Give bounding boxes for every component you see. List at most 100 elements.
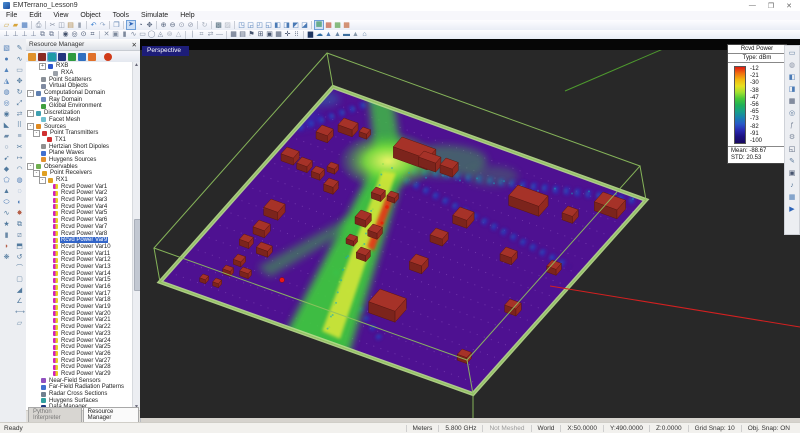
zoom-in-icon[interactable]: ⊕ <box>159 21 168 30</box>
rm-scripts-icon[interactable] <box>78 53 86 61</box>
plane-xy-icon[interactable]: ⧉ <box>38 30 47 39</box>
expand-icon[interactable]: + <box>39 63 46 70</box>
close-button[interactable]: ✕ <box>786 2 792 10</box>
tree-item-observables[interactable]: -Observables <box>26 163 133 170</box>
rm-domain-icon[interactable] <box>58 53 66 61</box>
measure2-icon[interactable]: ∠ <box>15 296 24 307</box>
vertex-icon[interactable]: ◬ <box>156 30 165 39</box>
extrude-icon[interactable]: ⬒ <box>15 241 24 252</box>
redo-icon[interactable]: ↷ <box>98 21 107 30</box>
result-view-2-icon[interactable]: ▦ <box>324 21 333 30</box>
panel-tab-resource-manager[interactable]: Resource Manager <box>83 407 139 422</box>
tree-item-rcvd-power-var7[interactable]: Rcvd Power Var7 <box>26 224 133 231</box>
result-view-1-icon[interactable]: ▦ <box>314 20 324 30</box>
rm-help-icon[interactable] <box>104 53 112 61</box>
shaded-view-icon[interactable]: ▩ <box>214 21 223 30</box>
vp-cam-icon[interactable]: ▣ <box>788 168 797 180</box>
pyramid-tool-icon[interactable]: ◮ <box>2 76 11 87</box>
menu-simulate[interactable]: Simulate <box>135 12 174 19</box>
pipe-tool-icon[interactable]: ▮ <box>2 230 11 241</box>
wedge-tool-icon[interactable]: ◣ <box>2 120 11 131</box>
view-front-icon[interactable]: ◧ <box>273 21 282 30</box>
hills-icon[interactable]: ▲ <box>324 30 333 39</box>
ellipse-tool-icon[interactable]: ⬭ <box>2 197 11 208</box>
tree-item-rcvd-power-var15[interactable]: Rcvd Power Var15 <box>26 277 133 284</box>
array-icon[interactable]: ⠿ <box>15 120 24 131</box>
pin-icon[interactable]: ▮ <box>120 30 129 39</box>
collapse-icon[interactable]: - <box>27 110 34 117</box>
window-icon[interactable]: ❐ <box>112 21 121 30</box>
tree-item-rcvd-power-var14[interactable]: Rcvd Power Var14 <box>26 270 133 277</box>
tree-item-point-scatterers[interactable]: Point Scatterers <box>26 76 133 83</box>
cone-tool-icon[interactable]: ▲ <box>2 65 11 76</box>
curve-icon[interactable]: ∿ <box>129 30 138 39</box>
scene-canvas[interactable] <box>140 39 800 418</box>
triangle-tool-icon[interactable]: ▲ <box>2 186 11 197</box>
panel-tab-python-interpreter[interactable]: Python Interpreter <box>28 407 82 422</box>
vp-clip-icon[interactable]: ◱ <box>788 144 797 156</box>
zoom-extents-icon[interactable]: ⊘ <box>186 21 195 30</box>
delete-icon[interactable]: ▮ <box>75 21 84 30</box>
terrain-icon[interactable]: ☁ <box>315 30 324 39</box>
zoom-out-icon[interactable]: ⊖ <box>168 21 177 30</box>
snap-node-icon[interactable]: ◎ <box>70 30 79 39</box>
hatch-icon[interactable]: ⌗ <box>197 30 206 39</box>
panel-close-icon[interactable]: ✕ <box>132 41 137 49</box>
tree-item-point-transmitters[interactable]: -Point Transmitters <box>26 130 133 137</box>
rect-icon[interactable]: ▭ <box>15 65 24 76</box>
spline-icon[interactable]: ∿ <box>15 54 24 65</box>
rm-results-icon[interactable] <box>48 53 56 61</box>
menu-file[interactable]: File <box>0 12 23 19</box>
intersect-icon[interactable]: ◐ <box>15 197 24 208</box>
tree-item-far-field-radiation-patterns[interactable]: Far-Field Radiation Patterns <box>26 384 133 391</box>
sketch-icon[interactable]: ✎ <box>15 43 24 54</box>
snap-mid-icon[interactable]: ⊙ <box>79 30 88 39</box>
tree-item-rcvd-power-var4[interactable]: Rcvd Power Var4 <box>26 203 133 210</box>
chamfer-icon[interactable]: ◢ <box>15 285 24 296</box>
rotate-icon[interactable]: ↻ <box>15 87 24 98</box>
mountain-icon[interactable]: ▲ <box>333 30 342 39</box>
tree-scrollbar[interactable]: ▲ ▼ <box>132 62 140 411</box>
scroll-up-icon[interactable]: ▲ <box>133 62 140 69</box>
tree-item-rcvd-power-var12[interactable]: Rcvd Power Var12 <box>26 257 133 264</box>
vp-movie-icon[interactable]: ♪ <box>788 180 797 192</box>
axis-z-icon[interactable]: ⊥ <box>20 30 29 39</box>
snap-center-icon[interactable]: ◉ <box>61 30 70 39</box>
cylinder-tool-icon[interactable]: ◍ <box>2 87 11 98</box>
axis-view-icon[interactable]: ⊥ <box>29 30 38 39</box>
copy-icon[interactable]: ◫ <box>57 21 66 30</box>
vp-cube2-icon[interactable]: ◨ <box>788 84 797 96</box>
measure-icon[interactable]: ✕ <box>102 30 111 39</box>
tree-item-radar-cross-sections[interactable]: Radar Cross Sections <box>26 391 133 398</box>
tree-item-discretization[interactable]: -Discretization <box>26 110 133 117</box>
new-icon[interactable]: ▱ <box>2 21 11 30</box>
city-icon[interactable]: ▆ <box>306 30 315 39</box>
orbit-icon[interactable]: ◔ <box>136 21 145 30</box>
table-icon[interactable]: ▦ <box>274 30 283 39</box>
tree-item-rcvd-power-var27[interactable]: Rcvd Power Var27 <box>26 357 133 364</box>
tree-item-rcvd-power-var23[interactable]: Rcvd Power Var23 <box>26 331 133 338</box>
tree-item-facet-mesh[interactable]: Facet Mesh <box>26 117 133 124</box>
vp-grid-icon[interactable]: ▦ <box>788 96 797 108</box>
tree-item-rcvd-power-var18[interactable]: Rcvd Power Var18 <box>26 297 133 304</box>
rm-materials-icon[interactable] <box>38 53 46 61</box>
move-icon[interactable]: ✥ <box>15 76 24 87</box>
tree-item-computational-domain[interactable]: -Computational Domain <box>26 90 133 97</box>
tree-item-rcvd-power-var24[interactable]: Rcvd Power Var24 <box>26 337 133 344</box>
tree-item-rcvd-power-var22[interactable]: Rcvd Power Var22 <box>26 324 133 331</box>
3d-viewport[interactable]: Perspective <box>140 39 800 418</box>
layers-icon[interactable]: ⊞ <box>256 30 265 39</box>
ground-icon[interactable]: ▲ <box>351 30 360 39</box>
tree-item-rcvd-power-var25[interactable]: Rcvd Power Var25 <box>26 344 133 351</box>
rm-mesh-icon[interactable] <box>68 53 76 61</box>
plane-yz-icon[interactable]: ⧉ <box>47 30 56 39</box>
vp-cube1-icon[interactable]: ◧ <box>788 72 797 84</box>
wireframe-view-icon[interactable]: ▨ <box>223 21 232 30</box>
collapse-icon[interactable]: - <box>27 90 34 97</box>
perspective-view-tab[interactable]: Perspective <box>142 46 189 56</box>
env-icon[interactable]: ⌂ <box>360 30 369 39</box>
blob-tool-icon[interactable]: ❋ <box>2 252 11 263</box>
disc-tool-icon[interactable]: ◉ <box>2 109 11 120</box>
open-icon[interactable]: ▰ <box>11 21 20 30</box>
tree-item-rcvd-power-var6[interactable]: Rcvd Power Var6 <box>26 217 133 224</box>
